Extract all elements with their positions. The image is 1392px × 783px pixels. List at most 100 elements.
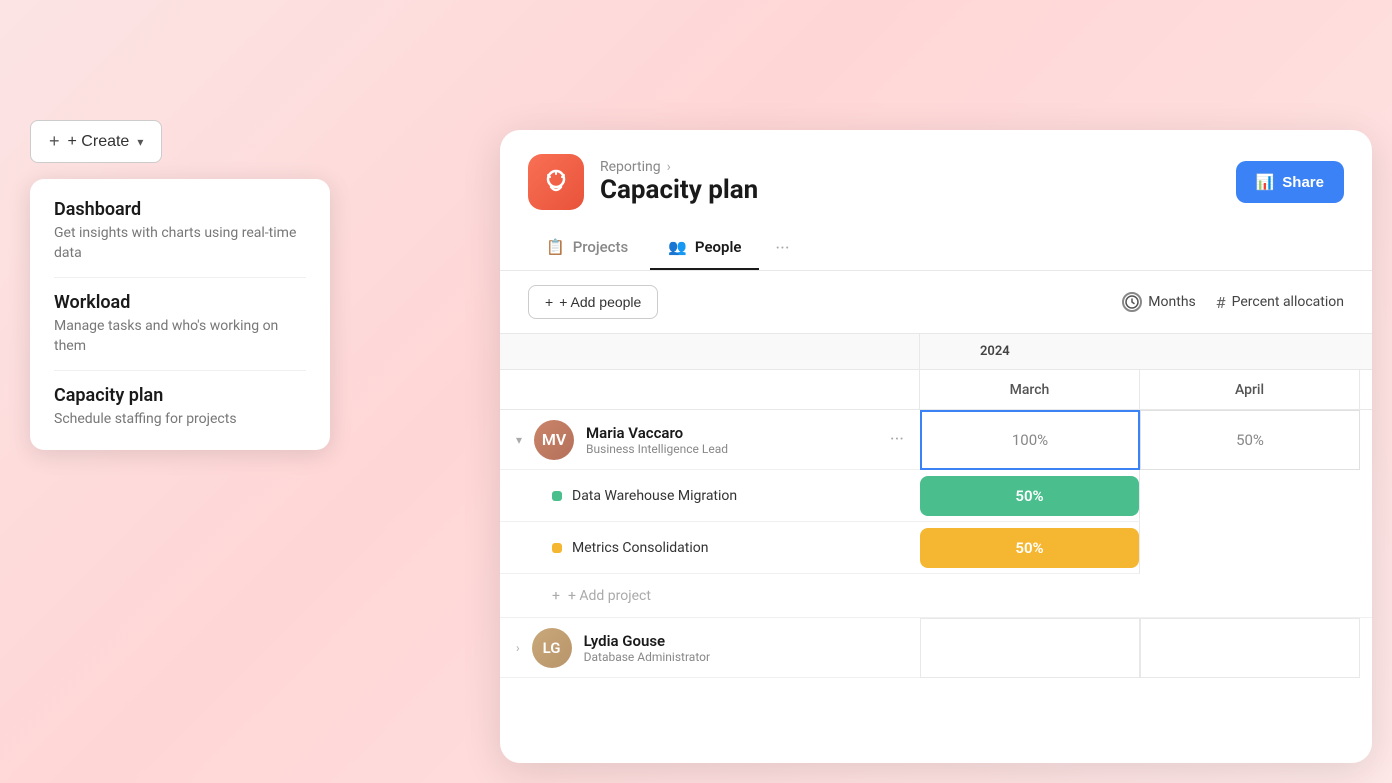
maria-march-percent: 100% xyxy=(1012,431,1048,449)
mc-dot xyxy=(552,543,562,553)
tab-projects-label: Projects xyxy=(573,238,629,256)
breadcrumb-row: Reporting › Capacity plan 📊 Share xyxy=(528,154,1344,210)
add-project-button[interactable]: + + Add project xyxy=(500,574,920,618)
breadcrumb-chevron: › xyxy=(667,159,671,175)
months-label: Months xyxy=(1148,294,1195,310)
add-people-label: + Add people xyxy=(559,294,641,310)
create-label: + Create xyxy=(68,133,130,151)
dwm-bar: 50% xyxy=(920,476,1139,516)
menu-item-workload-title: Workload xyxy=(54,292,306,313)
maria-april-percent: 50% xyxy=(1236,431,1264,449)
menu-item-dashboard-desc: Get insights with charts using real-time… xyxy=(54,224,306,263)
tab-projects[interactable]: 📋 Projects xyxy=(528,226,646,270)
maria-name: Maria Vaccaro xyxy=(586,424,878,442)
people-icon: 👥 xyxy=(668,238,687,256)
mc-bar: 50% xyxy=(920,528,1139,568)
months-row: March April xyxy=(500,370,1372,410)
project-row-dwm: Data Warehouse Migration 50% xyxy=(500,470,1372,522)
lydia-expand-icon[interactable]: › xyxy=(516,641,520,655)
dwm-name: Data Warehouse Migration xyxy=(572,488,737,504)
lydia-info: Lydia Gouse Database Administrator xyxy=(584,632,904,664)
months-icon xyxy=(1122,292,1142,312)
project-row-mc: Metrics Consolidation 50% xyxy=(500,522,1372,574)
header-text: Reporting › Capacity plan xyxy=(600,159,758,205)
person-row-maria: ▾ MV Maria Vaccaro Business Intelligence… xyxy=(500,410,1372,470)
projects-icon: 📋 xyxy=(546,238,565,256)
chevron-down-icon: ▾ xyxy=(137,135,143,149)
breadcrumb: Reporting › xyxy=(600,159,758,175)
percent-allocation-label: Percent allocation xyxy=(1232,294,1344,310)
maria-left: ▾ MV Maria Vaccaro Business Intelligence… xyxy=(500,410,920,470)
year-row: 2024 xyxy=(500,334,1372,370)
menu-item-dashboard[interactable]: Dashboard Get insights with charts using… xyxy=(54,199,306,278)
mc-percent: 50% xyxy=(1015,539,1043,557)
maria-info: Maria Vaccaro Business Intelligence Lead xyxy=(586,424,878,456)
maria-april-cell: 50% xyxy=(1140,410,1360,470)
menu-item-capacity-title: Capacity plan xyxy=(54,385,306,406)
menu-item-capacity-desc: Schedule staffing for projects xyxy=(54,410,306,430)
dwm-left: Data Warehouse Migration xyxy=(500,470,920,522)
add-project-row: + + Add project xyxy=(500,574,1372,618)
mc-name: Metrics Consolidation xyxy=(572,540,708,556)
add-project-plus: + xyxy=(552,588,560,604)
panel-header: Reporting › Capacity plan 📊 Share 📋 Proj… xyxy=(500,130,1372,271)
add-people-button[interactable]: + + Add people xyxy=(528,285,658,319)
plus-icon: + xyxy=(49,131,60,152)
left-panel: + + Create ▾ Dashboard Get insights with… xyxy=(30,120,330,450)
maria-right: 100% 50% xyxy=(920,410,1372,470)
lydia-name: Lydia Gouse xyxy=(584,632,904,650)
lydia-header: › LG Lydia Gouse Database Administrator xyxy=(500,618,920,678)
maria-dots-menu[interactable]: ··· xyxy=(890,429,904,450)
maria-avatar: MV xyxy=(534,420,574,460)
mc-right: 50% xyxy=(920,522,1372,574)
lydia-march-cell xyxy=(920,618,1140,678)
lydia-left: › LG Lydia Gouse Database Administrator xyxy=(500,618,920,678)
breadcrumb-label: Reporting xyxy=(600,159,661,175)
lydia-avatar: LG xyxy=(532,628,572,668)
lydia-april-cell xyxy=(1140,618,1360,678)
percent-allocation-option[interactable]: # Percent allocation xyxy=(1216,293,1344,312)
menu-item-capacity-plan[interactable]: Capacity plan Schedule staffing for proj… xyxy=(54,371,306,430)
tab-more[interactable]: ··· xyxy=(763,230,801,267)
menu-item-workload-desc: Manage tasks and who's working on them xyxy=(54,317,306,356)
page-title: Capacity plan xyxy=(600,175,758,205)
add-project-label: + Add project xyxy=(568,588,651,604)
months-spacer xyxy=(500,370,920,410)
menu-item-workload[interactable]: Workload Manage tasks and who's working … xyxy=(54,278,306,371)
create-button[interactable]: + + Create ▾ xyxy=(30,120,162,163)
maria-march-cell: 100% xyxy=(920,410,1140,470)
year-label: 2024 xyxy=(980,344,1010,359)
lydia-role: Database Administrator xyxy=(584,650,904,664)
mc-bar-cell: 50% xyxy=(920,522,1140,574)
share-label: Share xyxy=(1282,174,1324,191)
tabs-row: 📋 Projects 👥 People ··· xyxy=(528,226,1344,270)
toolbar-right: Months # Percent allocation xyxy=(1122,292,1344,312)
tab-people-label: People xyxy=(695,238,742,256)
maria-role: Business Intelligence Lead xyxy=(586,442,878,456)
year-spacer xyxy=(500,334,920,370)
share-icon: 📊 xyxy=(1256,173,1275,191)
person-row-lydia: › LG Lydia Gouse Database Administrator xyxy=(500,618,1372,678)
hash-icon: # xyxy=(1216,293,1226,312)
mc-left: Metrics Consolidation xyxy=(500,522,920,574)
dwm-dot xyxy=(552,491,562,501)
month-april: April xyxy=(1140,370,1360,409)
menu-item-dashboard-title: Dashboard xyxy=(54,199,306,220)
maria-header: ▾ MV Maria Vaccaro Business Intelligence… xyxy=(500,410,920,470)
app-icon xyxy=(528,154,584,210)
add-icon: + xyxy=(545,294,553,310)
dwm-right: 50% xyxy=(920,470,1372,522)
dropdown-menu: Dashboard Get insights with charts using… xyxy=(30,179,330,450)
add-project-right xyxy=(920,574,1372,618)
toolbar: + + Add people Months # Percent allocati… xyxy=(500,271,1372,334)
month-march: March xyxy=(920,370,1140,409)
expand-icon[interactable]: ▾ xyxy=(516,433,522,447)
dwm-percent: 50% xyxy=(1015,487,1043,505)
months-option[interactable]: Months xyxy=(1122,292,1195,312)
share-button[interactable]: 📊 Share xyxy=(1236,161,1344,203)
dwm-bar-cell: 50% xyxy=(920,470,1140,522)
header-left: Reporting › Capacity plan xyxy=(528,154,758,210)
lydia-right xyxy=(920,618,1372,678)
main-panel: Reporting › Capacity plan 📊 Share 📋 Proj… xyxy=(500,130,1372,763)
tab-people[interactable]: 👥 People xyxy=(650,226,759,270)
